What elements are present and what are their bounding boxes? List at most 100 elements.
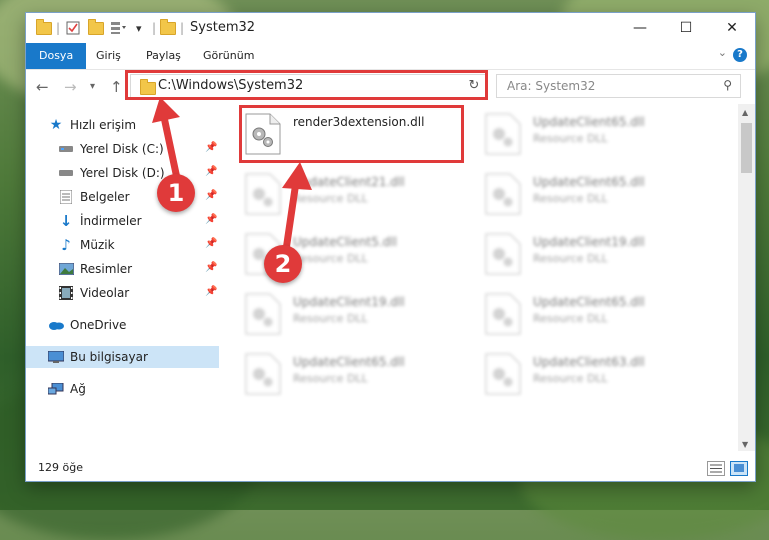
- download-icon: ↓: [59, 212, 73, 230]
- help-icon[interactable]: ?: [733, 48, 747, 62]
- separator: |: [180, 21, 185, 35]
- sidebar-item-network[interactable]: Ağ: [48, 378, 86, 400]
- properties-icon[interactable]: [66, 20, 80, 36]
- videos-icon: [58, 285, 74, 301]
- network-icon: [48, 381, 64, 397]
- file-item[interactable]: UpdateClient65.dll Resource DLL: [484, 292, 714, 342]
- file-type: Resource DLL: [533, 252, 608, 265]
- file-name: UpdateClient65.dll: [533, 295, 645, 309]
- dll-file-icon: [245, 353, 281, 395]
- address-row: ← → ▾ ↑ C:\Windows\System32 ⌄ ↻ Ara: Sys…: [26, 69, 755, 105]
- close-button[interactable]: ✕: [709, 13, 755, 43]
- pin-icon[interactable]: 📌: [205, 238, 217, 249]
- separator: |: [56, 21, 61, 35]
- quick-access-dropdown-icon[interactable]: ▾: [136, 20, 142, 36]
- documents-icon: [58, 189, 74, 205]
- sidebar-item-label: Videolar: [80, 286, 130, 300]
- tab-giris[interactable]: Giriş: [96, 43, 121, 69]
- forward-arrow-icon[interactable]: →: [64, 78, 77, 96]
- sidebar-item-label: Bu bilgisayar: [70, 350, 148, 364]
- status-bar: 129 öğe: [26, 455, 755, 481]
- file-item[interactable]: UpdateClient19.dll Resource DLL: [244, 292, 474, 342]
- dll-file-icon: [485, 113, 521, 155]
- sidebar-item-label: Ağ: [70, 382, 86, 396]
- search-input[interactable]: Ara: System32 ⚲: [496, 74, 741, 98]
- ribbon-expand-icon[interactable]: ⌄: [718, 46, 727, 59]
- file-type: Resource DLL: [293, 312, 368, 325]
- minimize-button[interactable]: —: [617, 13, 663, 43]
- up-arrow-icon[interactable]: ↑: [110, 78, 123, 96]
- sidebar-item-this-pc[interactable]: Bu bilgisayar: [26, 346, 219, 368]
- dll-file-icon: [245, 293, 281, 335]
- window-title: System32: [190, 20, 256, 35]
- large-icons-view-icon[interactable]: [730, 461, 748, 476]
- ribbon-tabs: Dosya Giriş Paylaş Görünüm ⌄ ?: [26, 43, 755, 69]
- dll-file-icon: [485, 353, 521, 395]
- sidebar-item-disk-c[interactable]: Yerel Disk (C:): [58, 138, 164, 160]
- sidebar-item-onedrive[interactable]: OneDrive: [48, 314, 126, 336]
- pin-icon[interactable]: 📌: [205, 214, 217, 225]
- back-arrow-icon[interactable]: ←: [36, 78, 49, 96]
- explorer-window: | ▾ | | System32 — ☐ ✕ Dosya Giriş Payla…: [26, 13, 755, 481]
- drive-icon: [58, 165, 74, 181]
- file-type: Resource DLL: [533, 192, 608, 205]
- dll-file-icon: [485, 293, 521, 335]
- file-item[interactable]: UpdateClient65.dll Resource DLL: [484, 172, 714, 222]
- item-count: 129 öğe: [38, 461, 83, 474]
- dll-file-icon: [485, 173, 521, 215]
- sidebar-item-videos[interactable]: Videolar: [58, 282, 129, 304]
- search-placeholder: Ara: System32: [507, 79, 596, 93]
- star-icon: ★: [49, 117, 63, 133]
- maximize-button[interactable]: ☐: [663, 13, 709, 43]
- file-type: Resource DLL: [293, 372, 368, 385]
- pin-icon[interactable]: 📌: [205, 286, 217, 297]
- sidebar-item-label: OneDrive: [70, 318, 127, 332]
- annotation-step-1: 1: [157, 174, 195, 212]
- sidebar-item-downloads[interactable]: ↓ İndirmeler: [58, 210, 142, 232]
- file-name: UpdateClient65.dll: [293, 355, 405, 369]
- title-bar: | ▾ | | System32 — ☐ ✕: [26, 13, 755, 43]
- file-item[interactable]: UpdateClient65.dll Resource DLL: [484, 112, 714, 162]
- sidebar-item-label: Müzik: [80, 238, 115, 252]
- sidebar-item-label: Resimler: [80, 262, 133, 276]
- computer-icon: [48, 349, 64, 365]
- sidebar-item-music[interactable]: ♪ Müzik: [58, 234, 115, 256]
- sidebar-item-quick-access[interactable]: ★ Hızlı erişim: [48, 114, 136, 136]
- file-type: Resource DLL: [533, 132, 608, 145]
- scroll-down-icon[interactable]: ▼: [742, 440, 748, 449]
- vertical-scrollbar[interactable]: ▲ ▼: [738, 104, 755, 451]
- folder-icon: [36, 18, 52, 36]
- music-icon: ♪: [61, 236, 71, 254]
- file-item[interactable]: UpdateClient63.dll Resource DLL: [484, 352, 714, 402]
- tab-gorunum[interactable]: Görünüm: [203, 43, 254, 69]
- new-folder-icon[interactable]: [88, 18, 104, 36]
- file-highlight-box: [239, 105, 464, 163]
- folder-icon: [160, 18, 176, 36]
- pin-icon[interactable]: 📌: [205, 262, 217, 273]
- cloud-icon: [48, 317, 64, 333]
- tab-dosya[interactable]: Dosya: [26, 43, 87, 69]
- tab-paylas[interactable]: Paylaş: [146, 43, 181, 69]
- search-icon: ⚲: [723, 78, 732, 92]
- customize-toolbar-icon[interactable]: [110, 20, 128, 36]
- scrollbar-thumb[interactable]: [741, 123, 752, 173]
- drive-icon: [58, 141, 74, 157]
- file-item[interactable]: UpdateClient65.dll Resource DLL: [244, 352, 474, 402]
- sidebar-item-disk-d[interactable]: Yerel Disk (D:): [58, 162, 165, 184]
- separator: |: [152, 21, 157, 35]
- file-name: UpdateClient19.dll: [533, 235, 645, 249]
- file-list: render3dextension.dll UpdateClient65.dll…: [231, 104, 736, 451]
- sidebar-item-pictures[interactable]: Resimler: [58, 258, 132, 280]
- file-item[interactable]: UpdateClient19.dll Resource DLL: [484, 232, 714, 282]
- scroll-up-icon[interactable]: ▲: [742, 108, 748, 117]
- file-name: UpdateClient63.dll: [533, 355, 645, 369]
- sidebar-item-label: Hızlı erişim: [70, 118, 137, 132]
- annotation-step-2: 2: [264, 245, 302, 283]
- sidebar-item-label: İndirmeler: [80, 214, 142, 228]
- sidebar-item-documents[interactable]: Belgeler: [58, 186, 130, 208]
- details-view-icon[interactable]: [707, 461, 725, 476]
- dll-file-icon: [485, 233, 521, 275]
- file-name: UpdateClient65.dll: [533, 175, 645, 189]
- file-type: Resource DLL: [533, 312, 608, 325]
- recent-locations-icon[interactable]: ▾: [90, 81, 95, 92]
